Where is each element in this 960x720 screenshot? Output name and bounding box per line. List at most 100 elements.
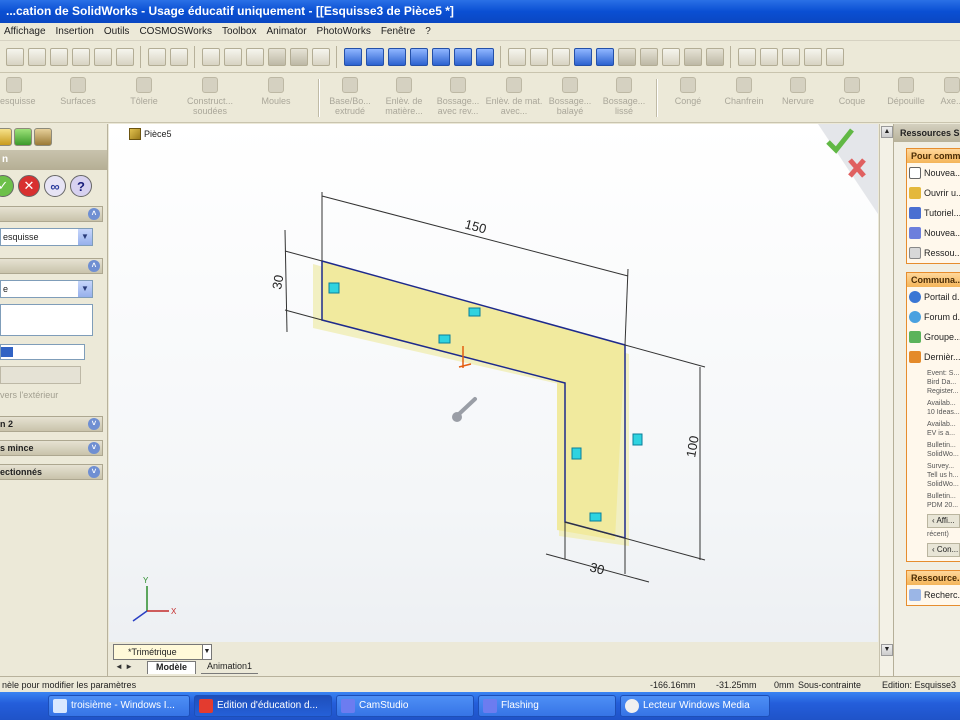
collapse-icon[interactable]: ˄	[88, 208, 100, 220]
shaded-edges-icon[interactable]	[574, 47, 592, 66]
menu-cosmosworks[interactable]: COSMOSWorks	[134, 26, 217, 37]
feature-revolved-cut[interactable]: Enlèv. de mat. avec...	[484, 77, 544, 116]
horizontal-relation-icon[interactable]	[468, 307, 481, 317]
menu-photoworks[interactable]: PhotoWorks	[312, 26, 376, 37]
link-latest-news[interactable]: Dernièr...	[907, 347, 960, 367]
depth-input[interactable]	[0, 344, 85, 360]
copy-icon[interactable]	[116, 47, 134, 66]
feature-surfaces[interactable]: Surfaces	[48, 77, 108, 106]
dim-100[interactable]: 100	[683, 435, 702, 459]
menu-animator[interactable]: Animator	[262, 26, 312, 37]
sketches-icon[interactable]	[826, 47, 844, 66]
link-portal[interactable]: Portail d...	[907, 287, 960, 307]
feature-fillet[interactable]: Congé	[658, 77, 718, 106]
news-prev-button[interactable]: ‹ Affi...	[927, 514, 960, 528]
feature-extruded-boss[interactable]: Base/Bo... extrudé	[320, 77, 380, 116]
help-button[interactable]: ?	[70, 175, 92, 197]
group-from[interactable]: ˄	[0, 206, 103, 222]
direction-selection-box[interactable]	[0, 304, 93, 336]
feature-axis[interactable]: Axe...	[922, 77, 960, 106]
pan-icon[interactable]	[454, 47, 472, 66]
perspective-icon[interactable]	[662, 47, 680, 66]
feature-lofted-boss[interactable]: Bossage... lissé	[594, 77, 654, 116]
print-icon[interactable]	[72, 47, 90, 66]
planes-icon[interactable]	[738, 47, 756, 66]
sketch-canvas[interactable]: 150 30 100 30 Y X	[109, 124, 878, 660]
group-direction1[interactable]: ˄	[0, 258, 103, 274]
draft-angle-input[interactable]	[0, 366, 81, 384]
points-icon[interactable]	[782, 47, 800, 66]
group-selected-contours[interactable]: ectionnés ˅	[0, 464, 103, 480]
new-icon[interactable]	[6, 47, 24, 66]
hidden-lines-removed-icon[interactable]	[552, 47, 570, 66]
open-icon[interactable]	[28, 47, 46, 66]
chevron-down-icon[interactable]: ▼	[78, 281, 92, 297]
feature-rib[interactable]: Nervure	[768, 77, 828, 106]
menu-toolbox[interactable]: Toolbox	[217, 26, 261, 37]
end-condition-select[interactable]: e ▼	[0, 280, 93, 298]
tab-property-manager[interactable]	[14, 128, 32, 146]
expand-icon[interactable]: ˅	[88, 442, 100, 454]
wireframe-icon[interactable]	[508, 47, 526, 66]
tab-feature-tree[interactable]	[0, 128, 12, 146]
preview-button[interactable]: ∞	[44, 175, 66, 197]
expand-icon[interactable]: ˅	[88, 418, 100, 430]
shadows-icon[interactable]	[618, 47, 636, 66]
collapse-icon[interactable]: ˄	[88, 260, 100, 272]
taskbar-item-solidworks[interactable]: Edition d'éducation d...	[194, 695, 332, 717]
realview-icon[interactable]	[684, 47, 702, 66]
expand-icon[interactable]: ˅	[88, 466, 100, 478]
link-user-group[interactable]: Groupe...	[907, 327, 960, 347]
scroll-up-icon[interactable]: ▲	[881, 126, 893, 138]
graphics-area[interactable]: Pièce5 150 30 100 30 Y X	[109, 124, 878, 660]
menu-fenetre[interactable]: Fenêtre	[376, 26, 420, 37]
grid-icon[interactable]	[268, 47, 286, 66]
link-forum[interactable]: Forum d...	[907, 307, 960, 327]
news-next-button[interactable]: ‹ Con...	[927, 543, 960, 557]
view-orientation-select[interactable]: *Trimétrique ▼	[113, 644, 212, 660]
link-open-document[interactable]: Ouvrir u...	[907, 183, 960, 203]
taskbar-item-flashing[interactable]: Flashing	[478, 695, 616, 717]
redo-icon[interactable]	[170, 47, 188, 66]
vertical-relation-icon[interactable]	[632, 433, 643, 446]
options-icon[interactable]	[246, 47, 264, 66]
horizontal-relation-icon[interactable]	[589, 512, 602, 522]
zoom-selection-icon[interactable]	[410, 47, 428, 66]
save-icon[interactable]	[50, 47, 68, 66]
link-resources[interactable]: Ressou...	[907, 243, 960, 263]
tab-model[interactable]: Modèle	[147, 661, 197, 674]
feature-swept-boss[interactable]: Bossage... balayé	[540, 77, 600, 116]
rebuild-icon[interactable]	[224, 47, 242, 66]
cancel-button[interactable]: ✕	[18, 175, 40, 197]
vertical-relation-icon[interactable]	[328, 282, 340, 294]
feature-sheet-metal[interactable]: Tôlerie	[114, 77, 174, 106]
tab-configuration-manager[interactable]	[34, 128, 52, 146]
scroll-down-icon[interactable]: ▼	[881, 644, 893, 656]
feature-extruded-cut[interactable]: Enlèv. de matière...	[374, 77, 434, 116]
menu-affichage[interactable]: Affichage	[4, 26, 51, 37]
feature-molds[interactable]: Moules	[246, 77, 306, 106]
cut-icon[interactable]	[94, 47, 112, 66]
taskbar-item-camstudio[interactable]: CamStudio	[336, 695, 474, 717]
link-search[interactable]: Recherc...	[907, 585, 960, 605]
help-icon[interactable]	[312, 47, 330, 66]
zoom-fit-icon[interactable]	[344, 47, 362, 66]
tab-animation[interactable]: Animation1	[201, 661, 259, 674]
feature-revolved-boss[interactable]: Bossage... avec rev...	[428, 77, 488, 116]
ok-button[interactable]: ✓	[0, 175, 14, 197]
select-icon[interactable]	[202, 47, 220, 66]
sketch-icon[interactable]	[290, 47, 308, 66]
rotate-icon[interactable]	[432, 47, 450, 66]
tab-nav-arrows[interactable]: ◄ ►	[115, 662, 133, 671]
taskbar-item-explorer[interactable]: troisième - Windows I...	[48, 695, 190, 717]
menu-insertion[interactable]: Insertion	[51, 26, 99, 37]
zoom-area-icon[interactable]	[366, 47, 384, 66]
link-whats-new[interactable]: Nouvea...	[907, 223, 960, 243]
feature-chamfer[interactable]: Chanfrein	[714, 77, 774, 106]
dim-30-left[interactable]: 30	[269, 274, 286, 291]
link-tutorials[interactable]: Tutoriel...	[907, 203, 960, 223]
menu-help[interactable]: ?	[420, 26, 436, 37]
menu-outils[interactable]: Outils	[99, 26, 135, 37]
feature-sketch[interactable]: ...esquisse	[0, 77, 44, 106]
link-new-document[interactable]: Nouvea...	[907, 163, 960, 183]
